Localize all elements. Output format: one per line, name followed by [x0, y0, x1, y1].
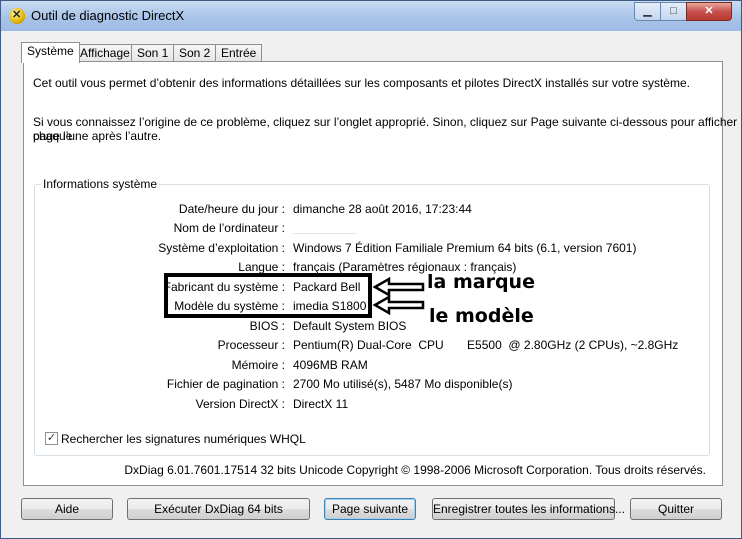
value-os: Windows 7 Édition Familiale Premium 64 b…: [293, 241, 637, 255]
close-icon: ✕: [704, 5, 714, 17]
checkmark-icon: ✓: [46, 432, 57, 444]
maximize-button[interactable]: □: [660, 2, 687, 21]
quit-button[interactable]: Quitter: [630, 498, 722, 520]
minimize-icon: ▁: [643, 5, 652, 17]
label-computer-name: Nom de l’ordinateur :: [173, 221, 285, 235]
label-pagefile: Fichier de pagination :: [166, 377, 285, 391]
annotation-brand: la marque: [427, 271, 535, 293]
label-date: Date/heure du jour :: [178, 202, 285, 216]
value-directx: DirectX 11: [293, 397, 349, 411]
directx-icon: [9, 8, 25, 24]
tab-affichage[interactable]: Affichage: [74, 44, 136, 62]
tab-entree[interactable]: Entrée: [215, 44, 263, 62]
annotation-model: le modèle: [429, 305, 534, 327]
group-title: Informations système: [41, 177, 160, 191]
label-processor: Processeur :: [217, 338, 285, 352]
maximize-icon: □: [670, 5, 677, 17]
run-dxdiag-64-button[interactable]: Exécuter DxDiag 64 bits: [127, 498, 310, 520]
dxdiag-window: Outil de diagnostic DirectX ▁ □ ✕ Systèm…: [0, 0, 742, 539]
title-bar[interactable]: Outil de diagnostic DirectX ▁ □ ✕: [1, 1, 741, 31]
label-bios: BIOS :: [249, 319, 285, 333]
arrow-left-icon: [372, 277, 425, 297]
window-title: Outil de diagnostic DirectX: [31, 8, 185, 23]
value-memory: 4096MB RAM: [293, 358, 368, 372]
intro-text-1: Cet outil vous permet d’obtenir des info…: [33, 76, 690, 90]
value-processor: Pentium(R) Dual-Core CPU E5500 @ 2.80GHz…: [293, 338, 679, 352]
highlight-box: [164, 273, 372, 318]
whql-checkbox[interactable]: ✓: [45, 432, 58, 445]
whql-checkbox-label[interactable]: Rechercher les signatures numériques WHQ…: [61, 432, 306, 446]
save-all-info-button[interactable]: Enregistrer toutes les informations...: [432, 498, 625, 520]
help-button[interactable]: Aide: [21, 498, 113, 520]
value-date: dimanche 28 août 2016, 17:23:44: [293, 202, 472, 216]
copyright-footer: DxDiag 6.01.7601.17514 32 bits Unicode C…: [124, 463, 706, 477]
next-page-button[interactable]: Page suivante: [324, 498, 416, 520]
tab-systeme[interactable]: Système: [21, 42, 80, 63]
tab-son1[interactable]: Son 1: [131, 44, 175, 62]
value-bios: Default System BIOS: [293, 319, 407, 333]
value-pagefile: 2700 Mo utilisé(s), 5487 Mo disponible(s…: [293, 377, 513, 391]
arrow-left-icon: [372, 295, 425, 315]
label-directx: Version DirectX :: [195, 397, 285, 411]
close-button[interactable]: ✕: [686, 2, 732, 21]
minimize-button[interactable]: ▁: [634, 2, 661, 21]
label-memory: Mémoire :: [231, 358, 285, 372]
label-language: Langue :: [238, 260, 285, 274]
label-os: Système d’exploitation :: [158, 241, 285, 255]
value-computer-name-redacted: [293, 225, 357, 234]
tab-son2[interactable]: Son 2: [173, 44, 217, 62]
intro-text-2b: page l’une après l’autre.: [33, 129, 162, 143]
